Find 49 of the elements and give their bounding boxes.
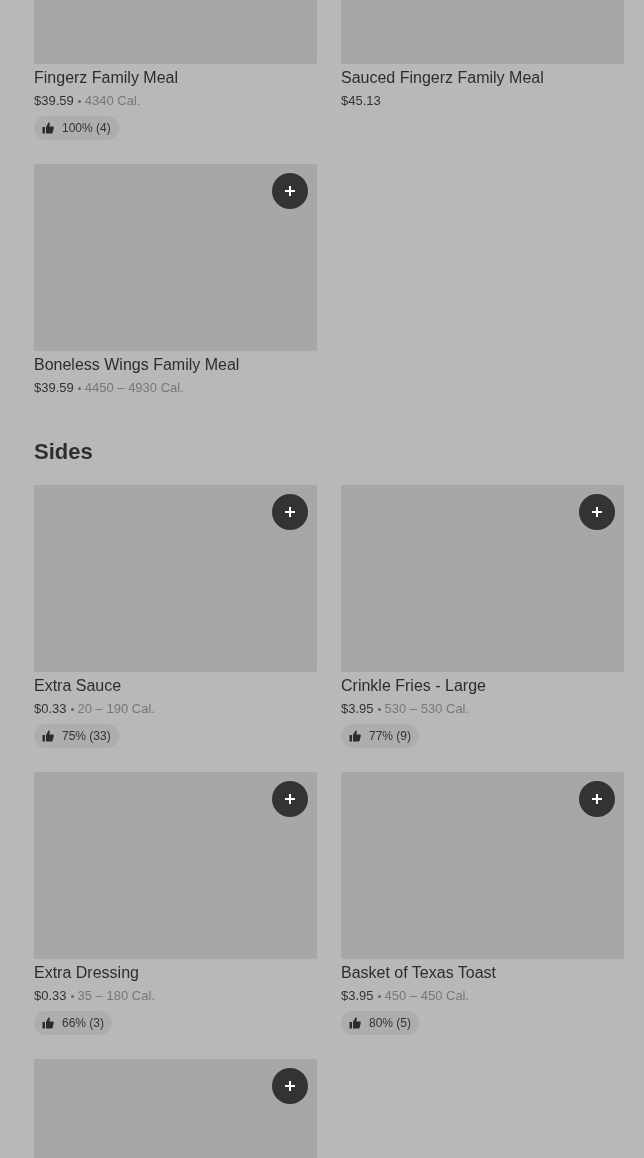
item-price: $3.95 xyxy=(341,987,374,1005)
item-price: $39.59 xyxy=(34,379,74,397)
plus-icon xyxy=(284,793,296,805)
separator-dot xyxy=(77,99,81,103)
separator-dot xyxy=(377,707,381,711)
thumbs-up-icon xyxy=(42,1017,54,1029)
separator-dot xyxy=(70,707,74,711)
item-calories: 4450 – 4930 Cal. xyxy=(84,379,184,397)
thumbs-up-icon xyxy=(349,1017,361,1029)
plus-icon xyxy=(284,185,296,197)
item-price: $45.13 xyxy=(341,92,381,110)
item-calories: 530 – 530 Cal. xyxy=(384,700,470,718)
item-name: Extra Sauce xyxy=(34,676,123,696)
rating-badge: 66% (3) xyxy=(34,1011,113,1035)
item-calories: 450 – 450 Cal. xyxy=(384,987,470,1005)
item-name: Sauced Fingerz Family Meal xyxy=(341,68,545,88)
rating-badge: 77% (9) xyxy=(341,724,420,748)
item-calories: 35 – 180 Cal. xyxy=(77,987,155,1005)
item-name: Boneless Wings Family Meal xyxy=(34,355,241,375)
item-name: Basket of Texas Toast xyxy=(341,963,498,983)
thumbs-up-icon xyxy=(42,122,54,134)
plus-icon xyxy=(284,1080,296,1092)
item-price: $3.95 xyxy=(341,700,374,718)
section-heading: Sides xyxy=(34,438,94,466)
plus-icon xyxy=(591,793,603,805)
item-name: Crinkle Fries - Large xyxy=(341,676,487,696)
rating-badge: 75% (33) xyxy=(34,724,119,748)
thumbs-up-icon xyxy=(349,730,361,742)
separator-dot xyxy=(70,994,74,998)
thumbs-up-icon xyxy=(42,730,54,742)
separator-dot xyxy=(377,994,381,998)
rating-badge: 80% (5) xyxy=(341,1011,420,1035)
add-button[interactable] xyxy=(272,173,308,209)
item-name: Fingerz Family Meal xyxy=(34,68,180,88)
rating-badge: 100% (4) xyxy=(34,116,119,140)
plus-icon xyxy=(591,506,603,518)
add-button[interactable] xyxy=(579,494,615,530)
item-price: $39.59 xyxy=(34,92,74,110)
item-calories: 20 – 190 Cal. xyxy=(77,700,155,718)
item-price: $0.33 xyxy=(34,987,67,1005)
separator-dot xyxy=(77,386,81,390)
item-price: $0.33 xyxy=(34,700,67,718)
add-button[interactable] xyxy=(272,781,308,817)
add-button[interactable] xyxy=(272,1068,308,1104)
add-button[interactable] xyxy=(579,781,615,817)
plus-icon xyxy=(284,506,296,518)
item-calories: 4340 Cal. xyxy=(84,92,141,110)
add-button[interactable] xyxy=(272,494,308,530)
item-name: Extra Dressing xyxy=(34,963,140,983)
